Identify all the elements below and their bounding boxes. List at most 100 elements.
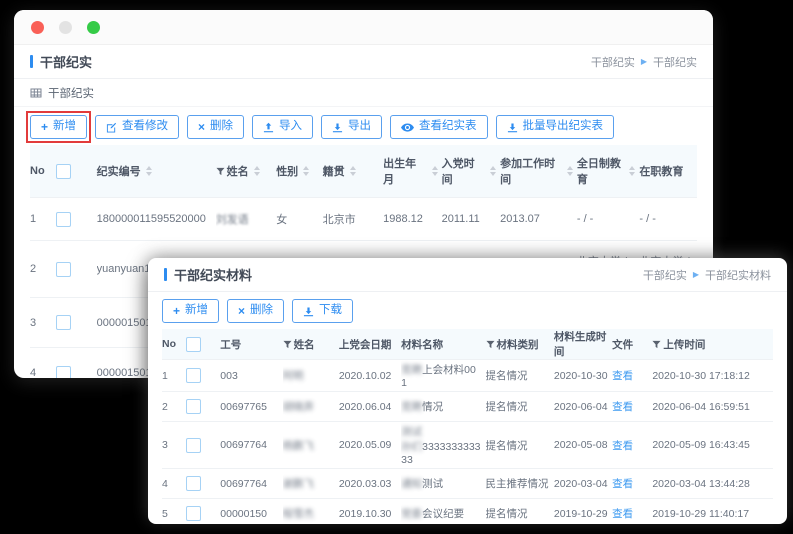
cell-file: 查看	[612, 392, 652, 422]
breadcrumb-parent[interactable]: 干部纪实	[591, 54, 635, 70]
col-meeting-date[interactable]: 上党会日期	[339, 329, 401, 360]
add-button[interactable]: + 新增	[162, 299, 219, 323]
cell-no: 2	[30, 241, 56, 298]
cell-name: 杨鹏飞	[283, 422, 339, 469]
delete-button[interactable]: × 删除	[227, 299, 284, 323]
sort-icon[interactable]	[146, 163, 152, 179]
download-icon	[303, 306, 314, 317]
section-header: 干部纪实	[14, 79, 713, 107]
col-material-category[interactable]: 材料类别	[486, 329, 554, 360]
col-gender[interactable]: 性别	[276, 145, 322, 198]
row-checkbox[interactable]	[186, 506, 201, 521]
sort-icon[interactable]	[254, 163, 260, 179]
col-record-id[interactable]: 纪实编号	[97, 145, 216, 198]
view-record-table-button[interactable]: 查看纪实表	[390, 115, 488, 139]
row-checkbox[interactable]	[186, 438, 201, 453]
col-employee-id[interactable]: 工号	[220, 329, 282, 360]
cell-no: 2	[162, 392, 186, 422]
cell-meeting-date: 2020.06.04	[339, 392, 401, 422]
row-checkbox[interactable]	[56, 366, 71, 379]
cell-gender: 女	[276, 198, 322, 241]
col-work-start-time[interactable]: 参加工作时间	[500, 145, 577, 198]
view-file-link[interactable]: 查看	[612, 440, 633, 452]
sort-icon[interactable]	[567, 163, 573, 179]
cell-employee-id: 00697764	[220, 422, 282, 469]
col-no: No	[162, 329, 186, 360]
row-checkbox[interactable]	[186, 399, 201, 414]
breadcrumb-parent[interactable]: 干部纪实	[643, 267, 687, 283]
col-name[interactable]: 姓名	[283, 329, 339, 360]
col-material-generated[interactable]: 材料生成时间	[554, 329, 612, 360]
cell-no: 1	[30, 198, 56, 241]
delete-button[interactable]: × 删除	[187, 115, 244, 139]
view-file-link[interactable]: 查看	[612, 370, 633, 382]
select-all-checkbox[interactable]	[186, 337, 201, 352]
row-checkbox[interactable]	[186, 476, 201, 491]
row-checkbox[interactable]	[56, 212, 71, 227]
download-icon	[332, 122, 343, 133]
view-file-link[interactable]: 查看	[612, 401, 633, 413]
plus-icon: +	[41, 121, 48, 133]
eye-icon	[401, 123, 414, 132]
front-toolbar: + 新增 × 删除 下载	[148, 292, 787, 329]
cell-upload-time: 2019-10-29 11:40:17	[652, 499, 773, 525]
close-window-button[interactable]	[31, 21, 44, 34]
col-onjob-education[interactable]: 在职教育	[639, 145, 697, 198]
cell-upload-time: 2020-05-09 16:43:45	[652, 422, 773, 469]
sort-icon[interactable]	[350, 163, 356, 179]
cell-birth-date: 1988.12	[383, 198, 442, 241]
close-icon: ×	[198, 121, 205, 133]
cell-meeting-date: 2020.10.02	[339, 360, 401, 392]
row-checkbox[interactable]	[56, 315, 71, 330]
window-titlebar	[14, 10, 713, 45]
table-row: 5 00000150 程雪杰 2019.10.30 党委会议纪要 提名情况 20…	[162, 499, 773, 525]
view-file-link[interactable]: 查看	[612, 478, 633, 490]
sort-icon[interactable]	[490, 163, 496, 179]
col-native-place[interactable]: 籍贯	[323, 145, 384, 198]
sort-icon[interactable]	[303, 163, 309, 179]
view-edit-button[interactable]: 查看修改	[95, 115, 179, 139]
cell-no: 3	[162, 422, 186, 469]
sort-icon[interactable]	[629, 163, 635, 179]
minimize-window-button[interactable]	[59, 21, 72, 34]
title-accent-bar	[30, 55, 33, 68]
col-name[interactable]: 姓名	[216, 145, 277, 198]
select-all-checkbox[interactable]	[56, 164, 71, 179]
col-party-join-time[interactable]: 入党时间	[442, 145, 501, 198]
cell-material-name: 竞聘情况	[401, 392, 485, 422]
col-birth-date[interactable]: 出生年月	[383, 145, 442, 198]
cell-employee-id: 00697764	[220, 469, 282, 499]
page-title: 干部纪实材料	[164, 265, 252, 284]
row-checkbox[interactable]	[186, 368, 201, 383]
cell-material-category: 提名情况	[486, 360, 554, 392]
table-header-row: No 工号 姓名 上党会日期 材料名称 材料类别 材料生成时间 文件 上传时间	[162, 329, 773, 360]
breadcrumb-current: 干部纪实	[653, 54, 697, 70]
col-fulltime-education[interactable]: 全日制教育	[577, 145, 640, 198]
view-file-link[interactable]: 查看	[612, 508, 633, 520]
download-button[interactable]: 下载	[292, 299, 353, 323]
row-checkbox[interactable]	[56, 262, 71, 277]
maximize-window-button[interactable]	[87, 21, 100, 34]
cell-name: 谢鹏飞	[283, 469, 339, 499]
add-button[interactable]: + 新增	[30, 115, 87, 139]
breadcrumb: 干部纪实 ▶ 干部纪实材料	[643, 267, 771, 283]
filter-icon[interactable]	[486, 340, 495, 349]
page-header: 干部纪实 干部纪实 ▶ 干部纪实	[14, 45, 713, 79]
page-header: 干部纪实材料 干部纪实 ▶ 干部纪实材料	[148, 258, 787, 292]
cell-material-name: 测试 孙们333333333333	[401, 422, 485, 469]
export-button[interactable]: 导出	[321, 115, 382, 139]
col-material-name[interactable]: 材料名称	[401, 329, 485, 360]
sort-icon[interactable]	[432, 163, 438, 179]
batch-export-record-table-button[interactable]: 批量导出纪实表	[496, 115, 615, 139]
col-select	[186, 329, 220, 360]
col-upload-time[interactable]: 上传时间	[652, 329, 773, 360]
filter-icon[interactable]	[216, 167, 225, 176]
edit-icon	[106, 122, 117, 133]
cell-material-generated: 2019-10-29	[554, 499, 612, 525]
upload-icon	[263, 122, 274, 133]
filter-icon[interactable]	[652, 340, 661, 349]
import-button[interactable]: 导入	[252, 115, 313, 139]
cell-name: 胡晓弃	[283, 392, 339, 422]
filter-icon[interactable]	[283, 340, 292, 349]
cell-party-join-time: 2011.11	[442, 198, 501, 241]
